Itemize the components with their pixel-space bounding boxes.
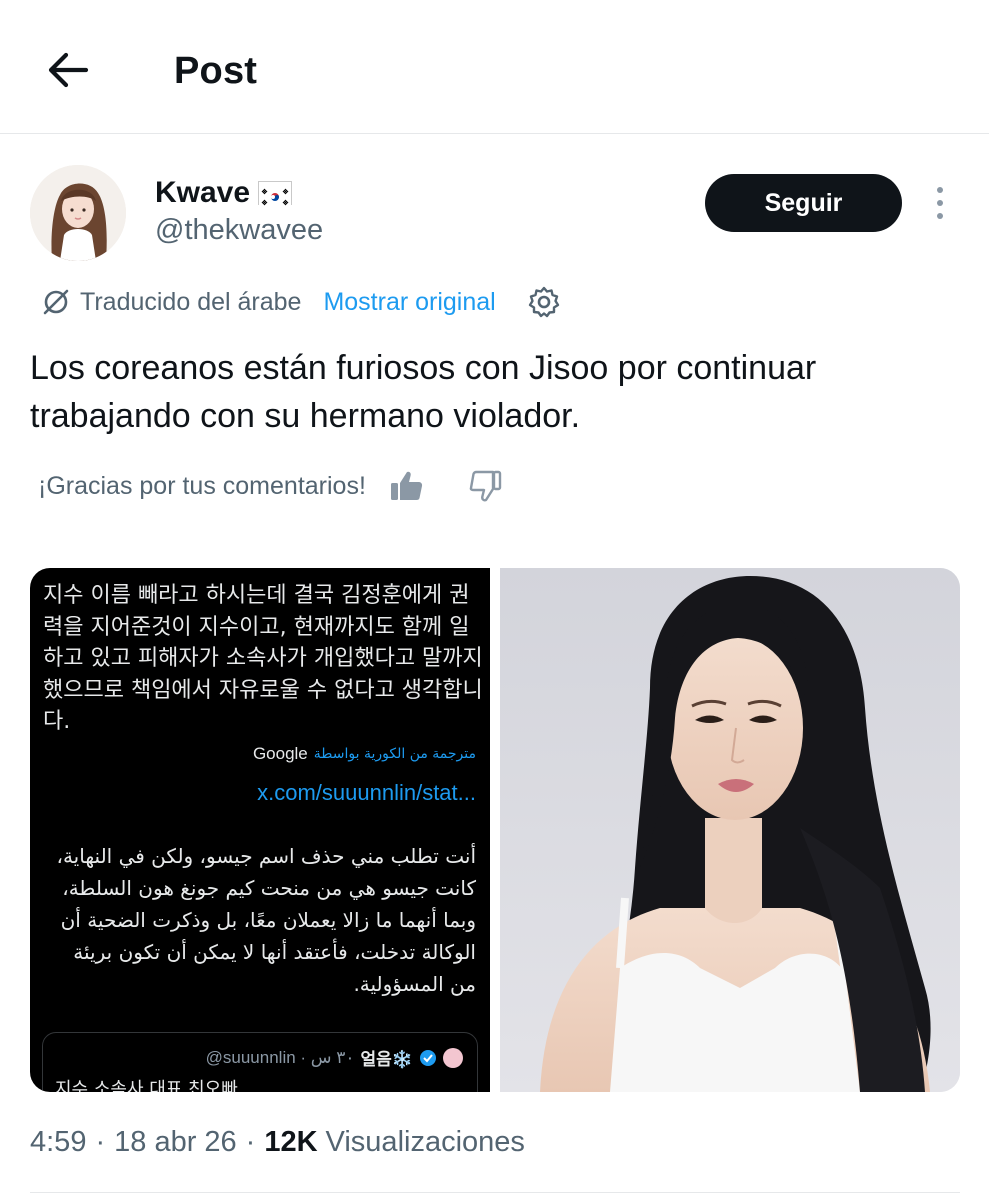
- translated-by: Google مترجمة من الكورية بواسطة: [253, 744, 476, 764]
- portrait-photo[interactable]: [500, 568, 960, 1092]
- more-dot: [937, 213, 943, 219]
- separator-dot: ·: [245, 1126, 256, 1158]
- page-title: Post: [174, 50, 258, 92]
- post-date[interactable]: 18 abr 26: [114, 1126, 237, 1159]
- post-text: Los coreanos están furiosos con Jisoo po…: [30, 349, 817, 435]
- divider: [30, 1192, 960, 1193]
- back-button[interactable]: [40, 42, 96, 98]
- display-name[interactable]: Kwave: [155, 176, 293, 210]
- screenshot-image[interactable]: 지수 이름 빼라고 하시는데 결국 김정훈에게 권력을 지어준것이 지수이고, …: [30, 568, 490, 1092]
- top-bar: Post: [0, 0, 989, 134]
- user-handle[interactable]: @thekwavee: [155, 214, 323, 247]
- translated-from-label: Traducido del árabe: [80, 287, 302, 316]
- translated-by-label: مترجمة من الكورية بواسطة: [313, 746, 476, 762]
- display-name-text: Kwave: [155, 176, 251, 209]
- avatar[interactable]: [30, 165, 126, 261]
- thumbs-up-icon[interactable]: [388, 467, 426, 505]
- translated-by-brand: Google: [252, 744, 308, 763]
- translation-bar: Traducido del árabe Mostrar original: [40, 284, 562, 320]
- thumbs-down-icon[interactable]: [466, 467, 504, 505]
- verified-badge-icon: [420, 1049, 436, 1066]
- gear-icon[interactable]: [526, 284, 562, 320]
- feedback-prompt: ¡Gracias por tus comentarios!: [38, 471, 366, 500]
- more-dot: [937, 200, 943, 206]
- flag-south-korea-icon: [258, 181, 293, 208]
- post-metadata: 4:59 · 18 abr 26 · 12K Visualizaciones: [30, 1126, 525, 1159]
- views-label: Visualizaciones: [325, 1126, 525, 1158]
- portrait-illustration: [500, 568, 960, 1092]
- korean-text: 지수 이름 빼라고 하시는데 결국 김정훈에게 권력을 지어준것이 지수이고, …: [43, 583, 483, 734]
- show-original-link[interactable]: Mostrar original: [323, 288, 495, 317]
- avatar-image: [30, 165, 126, 261]
- more-options-button[interactable]: [924, 182, 956, 224]
- quoted-handle: @suuunnlin · ٣٠ س: [205, 1047, 355, 1067]
- arrow-left-icon: [48, 52, 89, 88]
- quoted-post-header: @suuunnlin · ٣٠ س 얼음❄️: [206, 1045, 463, 1070]
- media-grid: 지수 이름 빼라고 하시는데 결국 김정훈에게 권력을 지어준것이 지수이고, …: [30, 568, 960, 1092]
- follow-button[interactable]: Seguir: [705, 174, 902, 232]
- views-count: 12K: [264, 1126, 318, 1158]
- quoted-post: @suuunnlin · ٣٠ س 얼음❄️ 지수 소속사 대표 친오빠: [42, 1032, 478, 1092]
- quoted-text: 지수 소속사 대표 친오빠: [55, 1079, 238, 1092]
- arabic-text: أنت تطلب مني حذف اسم جيسو، ولكن في النها…: [56, 844, 476, 996]
- post-time[interactable]: 4:59: [30, 1126, 86, 1159]
- translate-icon: [43, 289, 69, 315]
- quoted-avatar: [443, 1047, 463, 1068]
- quoted-name: 얼음❄️: [360, 1050, 413, 1069]
- separator-dot: ·: [95, 1126, 106, 1158]
- more-dot: [937, 187, 943, 193]
- translation-feedback: ¡Gracias por tus comentarios!: [38, 466, 504, 506]
- quoted-link: x.com/suuunnlin/stat...: [257, 780, 476, 805]
